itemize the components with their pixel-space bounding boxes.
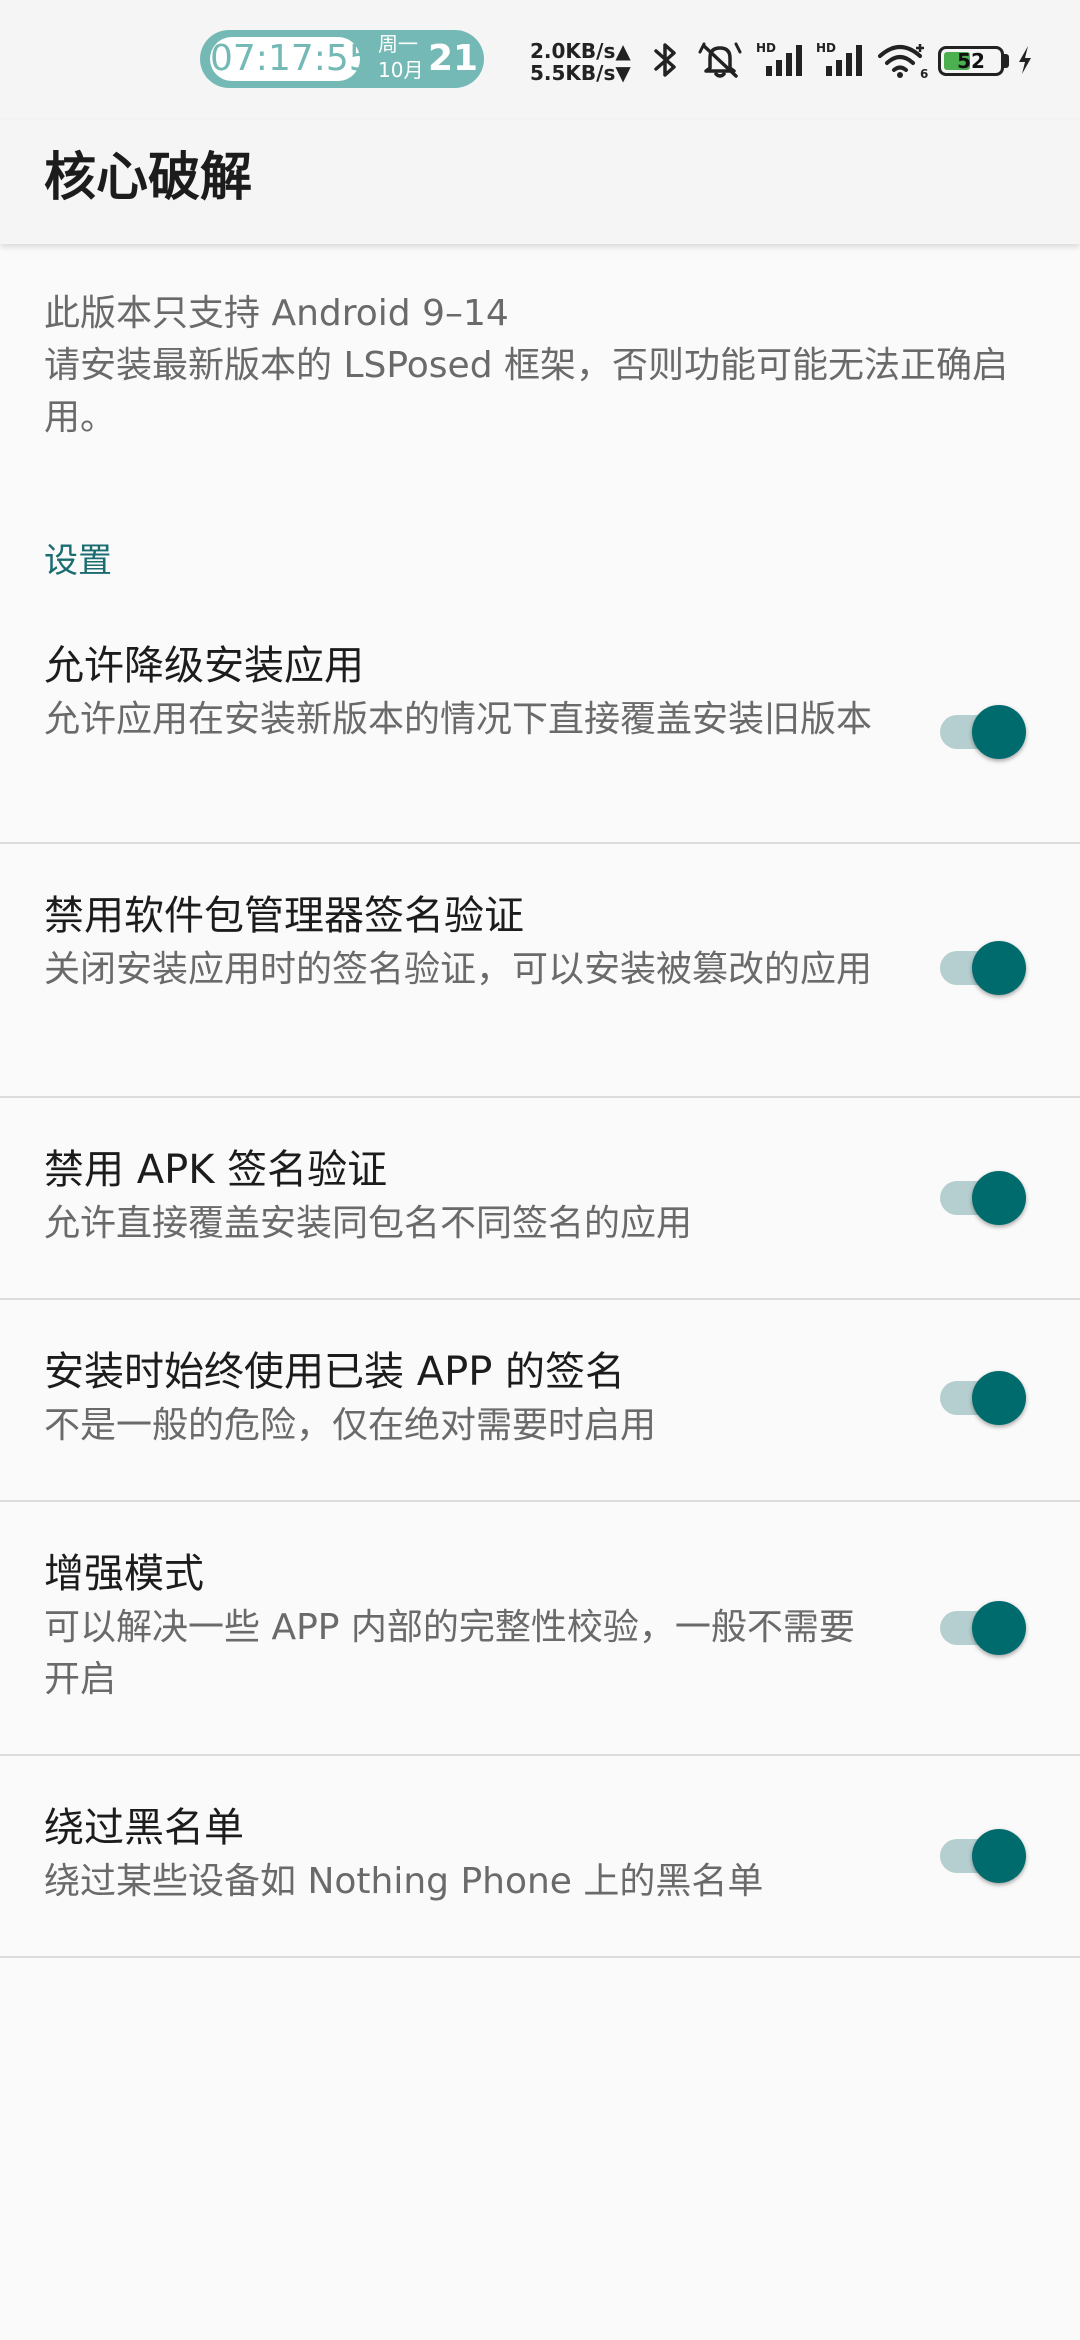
setting-title: 安装时始终使用已装 APP 的签名 <box>44 1349 626 1395</box>
setting-summary: 可以解决一些 APP 内部的完整性校验，一般不需要开启 <box>44 1607 855 1700</box>
bluetooth-icon <box>654 43 676 77</box>
setting-row-allow-downgrade[interactable]: 允许降级安装应用 允许应用在安装新版本的情况下直接覆盖安装旧版本 <box>0 618 1080 844</box>
clock-widget: 07:17:55 周一 10月 21 <box>200 30 484 88</box>
app-bar: 核心破解 <box>0 120 1080 244</box>
notice-line-2: 请安装最新版本的 LSPosed 框架，否则功能可能无法正确启用。 <box>44 345 1009 438</box>
setting-title: 禁用软件包管理器签名验证 <box>44 893 524 939</box>
switch-thumb <box>972 1171 1026 1225</box>
bell-off-icon <box>698 42 742 78</box>
wifi-6-icon: 6 <box>878 44 928 80</box>
network-speed: 2.0KB/s▲ 5.5KB/s▼ <box>530 40 640 84</box>
setting-title: 绕过黑名单 <box>44 1805 244 1851</box>
toggle-switch-bypass-blacklist[interactable] <box>936 1826 1028 1886</box>
setting-title: 允许降级安装应用 <box>44 643 364 689</box>
section-header-settings: 设置 <box>44 541 112 581</box>
download-speed: 5.5KB/s▼ <box>530 61 631 85</box>
clock-month: 10月 <box>378 58 424 82</box>
clock-time: 07:17:55 <box>210 37 372 81</box>
page-title: 核心破解 <box>44 148 253 208</box>
setting-title: 增强模式 <box>44 1551 204 1597</box>
battery-icon: 52 <box>938 46 1004 76</box>
battery-tip <box>1004 54 1009 68</box>
setting-summary: 允许直接覆盖安装同包名不同签名的应用 <box>44 1203 693 1244</box>
upload-speed: 2.0KB/s▲ <box>530 39 631 63</box>
notice-line-1: 此版本只支持 Android 9–14 <box>44 293 509 334</box>
toggle-switch-use-installed-signature[interactable] <box>936 1368 1028 1428</box>
setting-row-disable-pm-signature[interactable]: 禁用软件包管理器签名验证 关闭安装应用时的签名验证，可以安装被篡改的应用 <box>0 844 1080 1098</box>
charging-icon <box>1019 46 1031 74</box>
toggle-switch-disable-apk-signature[interactable] <box>936 1168 1028 1228</box>
clock-day: 21 <box>428 38 479 79</box>
toggle-switch-allow-downgrade[interactable] <box>936 702 1028 762</box>
toggle-switch-disable-pm-signature[interactable] <box>936 938 1028 998</box>
setting-summary: 关闭安装应用时的签名验证，可以安装被篡改的应用 <box>44 949 873 990</box>
svg-text:HD: HD <box>816 41 836 55</box>
version-notice: 此版本只支持 Android 9–14 请安装最新版本的 LSPosed 框架，… <box>44 288 1034 444</box>
setting-row-bypass-blacklist[interactable]: 绕过黑名单 绕过某些设备如 Nothing Phone 上的黑名单 <box>0 1756 1080 1958</box>
svg-text:HD: HD <box>756 41 776 55</box>
clock-weekday: 周一 <box>378 32 418 56</box>
switch-thumb <box>972 1829 1026 1883</box>
status-bar: 07:17:55 周一 10月 21 2.0KB/s▲ 5.5KB/s▼ HD … <box>0 0 1080 120</box>
switch-thumb <box>972 941 1026 995</box>
toggle-switch-enhanced-mode[interactable] <box>936 1598 1028 1658</box>
signal-hd-icon-2: HD <box>816 41 862 76</box>
switch-thumb <box>972 1601 1026 1655</box>
setting-row-use-installed-signature[interactable]: 安装时始终使用已装 APP 的签名 不是一般的危险，仅在绝对需要时启用 <box>0 1300 1080 1502</box>
switch-thumb <box>972 705 1026 759</box>
svg-text:6: 6 <box>920 67 928 80</box>
battery-level: 52 <box>957 49 985 73</box>
switch-thumb <box>972 1371 1026 1425</box>
setting-row-disable-apk-signature[interactable]: 禁用 APK 签名验证 允许直接覆盖安装同包名不同签名的应用 <box>0 1098 1080 1300</box>
setting-summary: 允许应用在安装新版本的情况下直接覆盖安装旧版本 <box>44 699 873 740</box>
setting-summary: 不是一般的危险，仅在绝对需要时启用 <box>44 1405 657 1446</box>
setting-title: 禁用 APK 签名验证 <box>44 1147 388 1193</box>
signal-hd-icon: HD <box>756 41 802 76</box>
setting-row-enhanced-mode[interactable]: 增强模式 可以解决一些 APP 内部的完整性校验，一般不需要开启 <box>0 1502 1080 1756</box>
setting-summary: 绕过某些设备如 Nothing Phone 上的黑名单 <box>44 1861 764 1902</box>
